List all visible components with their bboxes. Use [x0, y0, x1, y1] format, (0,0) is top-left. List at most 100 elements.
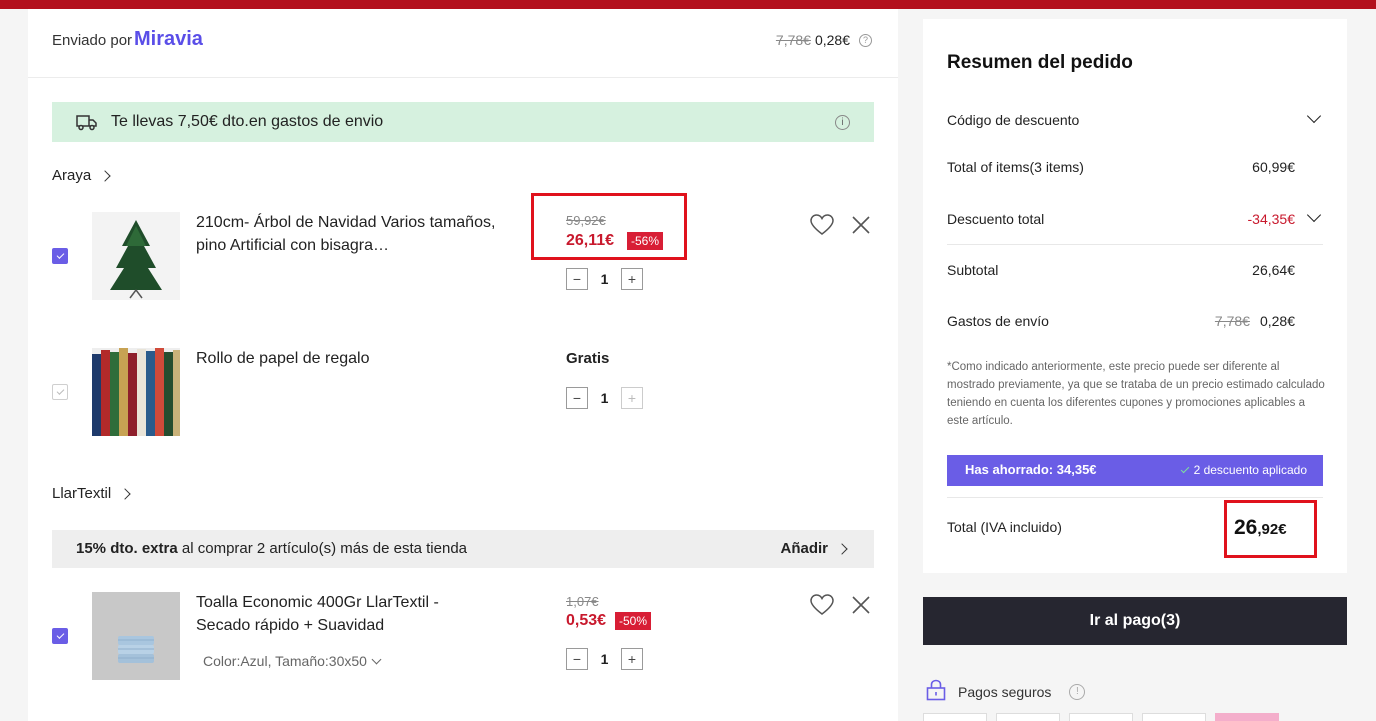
product-name[interactable]: Toalla Economic 400Gr LlarTextil - Secad… [196, 591, 486, 637]
close-icon[interactable] [852, 216, 870, 239]
item-checkbox[interactable] [52, 628, 68, 644]
savings-label: Has ahorrado: [965, 462, 1054, 477]
shipping-row: Gastos de envío 7,78€ 0,28€ [947, 313, 1323, 329]
product-image-towel[interactable] [92, 592, 180, 680]
miravia-brand: Miravia [134, 28, 203, 50]
chevron-right-icon [836, 542, 848, 555]
chevron-right-icon [99, 169, 111, 182]
variant-selector[interactable]: Color:Azul, Tamaño:30x50 [203, 653, 382, 669]
product-image-wrapping-paper[interactable] [92, 348, 180, 436]
add-label: Añadir [780, 540, 828, 557]
shipping-fee-value: 0,28€ [814, 32, 850, 48]
payment-logo [1069, 713, 1133, 721]
shipping-discount-banner: Te llevas 7,50€ dto.en gastos de envio i [52, 102, 874, 142]
payment-logo [1215, 713, 1279, 721]
store-name: Araya [52, 167, 92, 184]
help-icon[interactable]: ! [1069, 683, 1086, 700]
secure-label: Pagos seguros [958, 683, 1052, 700]
divider [947, 497, 1323, 498]
items-total-label: Total of items(3 items) [947, 159, 1084, 175]
shipping-label: Gastos de envío [947, 313, 1049, 329]
lock-icon [926, 679, 946, 704]
summary-title: Resumen del pedido [947, 52, 1133, 73]
store-link-araya[interactable]: Araya [52, 167, 111, 184]
heart-icon[interactable] [810, 214, 834, 241]
total-label: Total (IVA incluido) [947, 519, 1062, 535]
sale-price: 0,53€ [566, 612, 607, 629]
total-highlight-box [1224, 500, 1317, 558]
shipping-header: Enviado por Miravia 7,78€ 0,28€ ? [28, 9, 898, 78]
decrease-button[interactable]: − [566, 387, 588, 409]
order-summary: Resumen del pedido Código de descuento T… [923, 19, 1347, 573]
variant-label: Color:Azul, Tamaño:30x50 [203, 653, 367, 669]
info-icon[interactable]: i [835, 115, 850, 130]
quantity-stepper: − 1 + [566, 387, 643, 409]
savings-bar: Has ahorrado: 34,35€ 2 descuento aplicad… [947, 455, 1323, 486]
help-icon[interactable]: ? [859, 33, 872, 47]
product-image-tree[interactable] [92, 212, 180, 300]
price-note: *Como indicado anteriormente, este preci… [947, 361, 1325, 427]
shipping-fee: 7,78€ 0,28€ ? [776, 32, 872, 48]
payment-logo [923, 713, 987, 721]
payment-logo [1142, 713, 1206, 721]
secure-payments: Pagos seguros ! [926, 679, 1086, 704]
chevron-right-icon [119, 487, 131, 500]
quantity-value[interactable]: 1 [588, 651, 621, 667]
chevron-down-icon[interactable] [1306, 108, 1322, 124]
quantity-value[interactable]: 1 [588, 390, 621, 406]
check-icon [1180, 464, 1189, 474]
increase-button[interactable]: + [621, 648, 643, 670]
subtotal-label: Subtotal [947, 262, 999, 278]
savings-text: Has ahorrado: 34,35€ [965, 462, 1097, 477]
item-checkbox[interactable] [52, 248, 68, 264]
shipping-old-value: 7,78€ [1214, 313, 1250, 329]
total-discount-value: -34,35€ [1247, 211, 1295, 227]
savings-value: 34,35€ [1056, 462, 1097, 477]
banner-text: Te llevas 7,50€ dto.en gastos de envio [111, 113, 384, 130]
product-name[interactable]: Rollo de papel de regalo [196, 347, 496, 370]
payment-logos [923, 713, 1279, 721]
heart-icon[interactable] [810, 594, 834, 621]
discounts-applied: 2 descuento aplicado [1180, 463, 1307, 477]
chevron-down-icon[interactable] [1306, 207, 1322, 223]
store-promo-banner: 15% dto. extra al comprar 2 artículo(s) … [52, 530, 874, 568]
store-name: LlarTextil [52, 485, 112, 502]
item-checkbox-disabled[interactable] [52, 384, 68, 400]
shipping-value: 7,78€ 0,28€ [1215, 313, 1295, 329]
chevron-down-icon [371, 654, 382, 664]
checkout-button[interactable]: Ir al pago(3) [923, 597, 1347, 645]
price-highlight-box [531, 193, 687, 260]
quantity-value[interactable]: 1 [588, 271, 621, 287]
discount-code-row[interactable]: Código de descuento [947, 108, 1323, 128]
items-total-row: Total of items(3 items) 60,99€ [947, 159, 1323, 175]
decrease-button[interactable]: − [566, 268, 588, 290]
top-brand-bar [0, 0, 1376, 9]
payment-logo [996, 713, 1060, 721]
cart-panel: Enviado por Miravia 7,78€ 0,28€ ? Te lle… [28, 9, 898, 721]
truck-icon [76, 113, 98, 136]
product-name[interactable]: 210cm- Árbol de Navidad Varios tamaños, … [196, 211, 496, 257]
sent-by-label: Enviado por [52, 32, 133, 49]
total-discount-row[interactable]: Descuento total -34,35€ [947, 207, 1323, 227]
subtotal-row: Subtotal 26,64€ [947, 262, 1323, 278]
close-icon[interactable] [852, 596, 870, 619]
subtotal-value: 26,64€ [1252, 262, 1295, 278]
store-link-llartextil[interactable]: LlarTextil [52, 485, 131, 502]
total-discount-label: Descuento total [947, 211, 1045, 227]
promo-rest: al comprar 2 artículo(s) más de esta tie… [177, 540, 468, 557]
shipping-new-value: 0,28€ [1259, 313, 1295, 329]
divider [947, 244, 1323, 245]
promo-text: 15% dto. extra al comprar 2 artículo(s) … [76, 540, 467, 557]
promo-bold: 15% dto. extra [76, 540, 178, 557]
quantity-stepper: − 1 + [566, 268, 643, 290]
discounts-applied-label: 2 descuento aplicado [1193, 463, 1307, 477]
add-more-button[interactable]: Añadir [780, 540, 848, 557]
increase-button[interactable]: + [621, 387, 643, 409]
shipping-old-fee: 7,78€ [775, 32, 811, 48]
quantity-stepper: − 1 + [566, 648, 643, 670]
decrease-button[interactable]: − [566, 648, 588, 670]
items-total-value: 60,99€ [1252, 159, 1295, 175]
increase-button[interactable]: + [621, 268, 643, 290]
discount-code-label: Código de descuento [947, 112, 1080, 128]
discount-badge: -50% [615, 612, 652, 630]
